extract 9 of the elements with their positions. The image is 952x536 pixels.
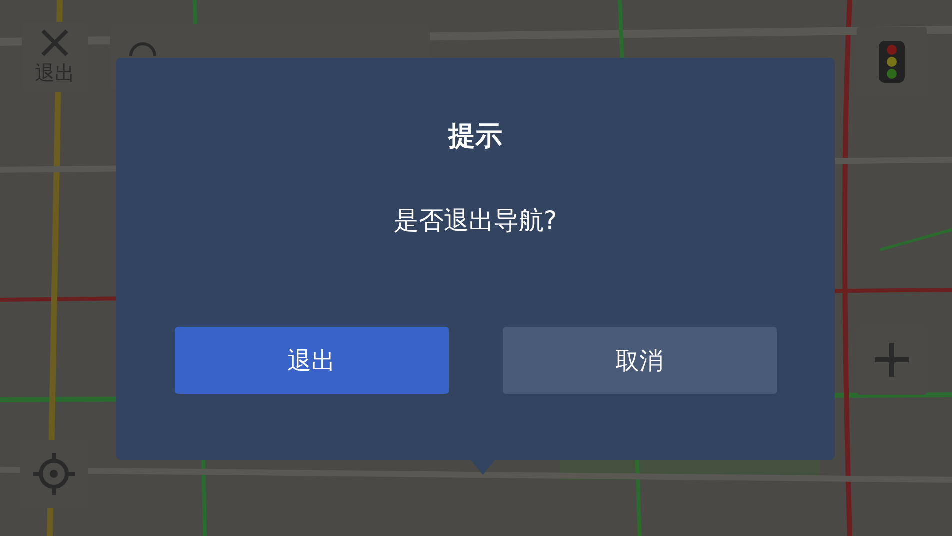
cancel-button[interactable]: 取消 — [502, 327, 776, 394]
exit-button[interactable]: 退出 — [174, 327, 448, 394]
dialog-title: 提示 — [448, 120, 502, 154]
crosshair-icon — [33, 453, 75, 495]
close-icon — [40, 28, 70, 58]
search-icon — [128, 42, 158, 56]
dialog-message: 是否退出导航? — [394, 205, 558, 237]
traffic-light-icon — [879, 41, 905, 83]
plus-icon — [875, 343, 909, 377]
